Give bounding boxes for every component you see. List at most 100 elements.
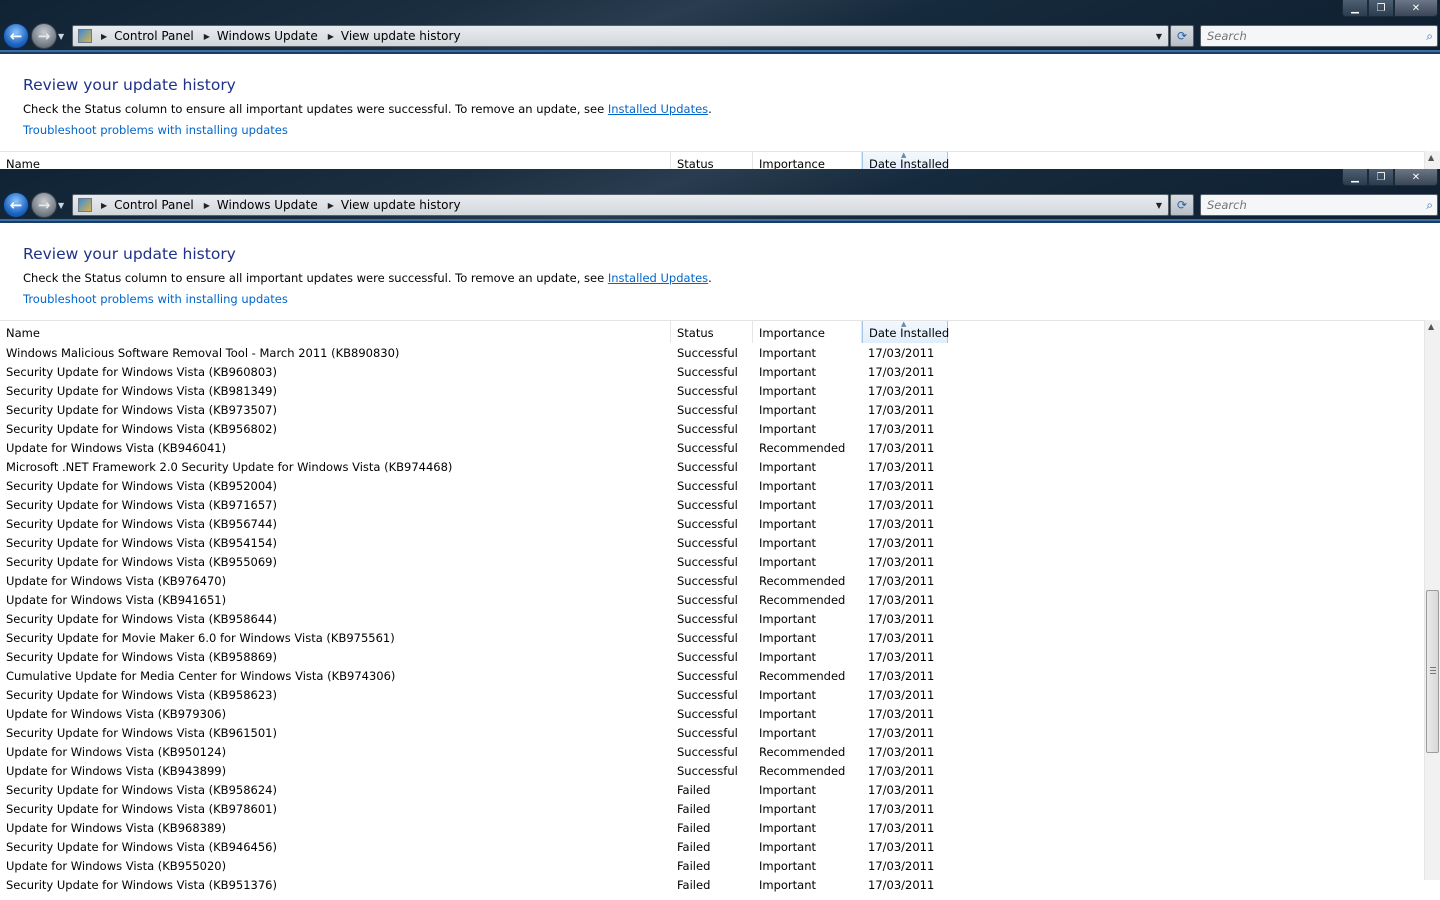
table-row[interactable]: Update for Windows Vista (KB968389) Faile…: [0, 819, 1424, 838]
cell-date: 17/03/2011: [868, 574, 935, 588]
sort-arrow-icon: ▲: [901, 151, 907, 159]
cell-name: Security Update for Windows Vista (KB981…: [6, 384, 277, 398]
table-row[interactable]: Security Update for Windows Vista (KB981…: [0, 382, 1424, 401]
table-row[interactable]: Update for Windows Vista (KB941651) Succe…: [0, 591, 1424, 610]
installed-updates-link[interactable]: Installed Updates: [608, 102, 708, 116]
table-row[interactable]: Security Update for Windows Vista (KB954…: [0, 534, 1424, 553]
scroll-up-icon[interactable]: ▲: [1428, 322, 1434, 331]
close-button[interactable]: ✕: [1394, 0, 1438, 17]
search-box[interactable]: ⌕: [1200, 194, 1438, 216]
column-header-name[interactable]: Name: [0, 321, 671, 343]
table-row[interactable]: Cumulative Update for Media Center for W…: [0, 667, 1424, 686]
breadcrumb-windows-update[interactable]: Windows Update: [217, 198, 318, 212]
cell-status: Successful: [677, 669, 738, 683]
column-header-importance[interactable]: Importance: [753, 321, 862, 343]
table-row[interactable]: Security Update for Windows Vista (KB958…: [0, 610, 1424, 629]
table-row[interactable]: Update for Windows Vista (KB950124) Succe…: [0, 743, 1424, 762]
recent-pages-dropdown[interactable]: ▼: [58, 32, 64, 41]
search-input[interactable]: [1207, 29, 1407, 43]
table-row[interactable]: Security Update for Windows Vista (KB956…: [0, 515, 1424, 534]
breadcrumb-separator-icon[interactable]: ▶: [204, 201, 210, 210]
search-input[interactable]: [1207, 198, 1407, 212]
table-row[interactable]: Windows Malicious Software Removal Tool …: [0, 344, 1424, 363]
table-row[interactable]: Update for Windows Vista (KB979306) Succe…: [0, 705, 1424, 724]
breadcrumb-windows-update[interactable]: Windows Update: [217, 29, 318, 43]
table-row[interactable]: Security Update for Windows Vista (KB956…: [0, 420, 1424, 439]
breadcrumb-separator-icon[interactable]: ▶: [328, 32, 334, 41]
table-row[interactable]: Security Update for Windows Vista (KB971…: [0, 496, 1424, 515]
scroll-thumb[interactable]: [1426, 590, 1439, 753]
column-header-importance[interactable]: Importance: [753, 152, 862, 169]
breadcrumb-control-panel[interactable]: Control Panel: [114, 29, 194, 43]
cell-importance: Important: [759, 536, 817, 550]
cell-date: 17/03/2011: [868, 783, 935, 797]
address-dropdown-icon[interactable]: ▼: [1156, 201, 1162, 210]
back-button[interactable]: ←: [3, 192, 29, 218]
search-icon[interactable]: ⌕: [1426, 198, 1433, 213]
table-row[interactable]: Security Update for Windows Vista (KB955…: [0, 553, 1424, 572]
forward-button[interactable]: →: [31, 23, 57, 49]
table-row[interactable]: Security Update for Windows Vista (KB951…: [0, 876, 1424, 895]
recent-pages-dropdown[interactable]: ▼: [58, 201, 64, 210]
breadcrumb-view-update-history[interactable]: View update history: [341, 29, 461, 43]
address-dropdown-icon[interactable]: ▼: [1156, 32, 1162, 41]
cell-date: 17/03/2011: [868, 555, 935, 569]
column-header-status[interactable]: Status: [671, 152, 753, 169]
cell-importance: Important: [759, 365, 817, 379]
table-row[interactable]: Security Update for Windows Vista (KB946…: [0, 838, 1424, 857]
table-row[interactable]: Update for Windows Vista (KB955020) Faile…: [0, 857, 1424, 876]
table-row[interactable]: Security Update for Windows Vista (KB960…: [0, 363, 1424, 382]
table-row[interactable]: Security Update for Windows Vista (KB958…: [0, 781, 1424, 800]
search-icon[interactable]: ⌕: [1426, 29, 1433, 44]
minimize-button[interactable]: ▁: [1342, 169, 1368, 186]
table-row[interactable]: Security Update for Windows Vista (KB952…: [0, 477, 1424, 496]
maximize-button[interactable]: ❐: [1368, 169, 1394, 186]
breadcrumb-separator-icon[interactable]: ▶: [328, 201, 334, 210]
table-row[interactable]: Update for Windows Vista (KB946041) Succe…: [0, 439, 1424, 458]
table-row[interactable]: Security Update for Windows Vista (KB958…: [0, 648, 1424, 667]
minimize-button[interactable]: ▁: [1342, 0, 1368, 17]
forward-button[interactable]: →: [31, 192, 57, 218]
table-row[interactable]: Security Update for Movie Maker 6.0 for …: [0, 629, 1424, 648]
search-box[interactable]: ⌕: [1200, 25, 1438, 47]
table-row[interactable]: Security Update for Windows Vista (KB961…: [0, 724, 1424, 743]
troubleshoot-link[interactable]: Troubleshoot problems with installing up…: [23, 292, 288, 306]
cell-name: Security Update for Windows Vista (KB958…: [6, 612, 277, 626]
breadcrumb-separator-icon[interactable]: ▶: [101, 32, 107, 41]
breadcrumb-separator-icon[interactable]: ▶: [101, 201, 107, 210]
page-description: Check the Status column to ensure all im…: [23, 102, 712, 116]
cell-name: Update for Windows Vista (KB946041): [6, 441, 227, 455]
list-header: Name Status Importance ▲ Date Installed: [0, 151, 1424, 169]
address-bar[interactable]: ▶ Control Panel ▶ Windows Update ▶ View …: [72, 25, 1169, 47]
table-row[interactable]: Security Update for Windows Vista (KB978…: [0, 800, 1424, 819]
cell-date: 17/03/2011: [868, 859, 935, 873]
cell-date: 17/03/2011: [868, 593, 935, 607]
breadcrumb-separator-icon[interactable]: ▶: [204, 32, 210, 41]
back-button[interactable]: ←: [3, 23, 29, 49]
column-header-status[interactable]: Status: [671, 321, 753, 343]
table-row[interactable]: Security Update for Windows Vista (KB958…: [0, 686, 1424, 705]
refresh-button[interactable]: ⟳: [1170, 25, 1194, 47]
table-row[interactable]: Security Update for Windows Vista (KB973…: [0, 401, 1424, 420]
column-header-date-installed[interactable]: ▲ Date Installed: [862, 320, 949, 343]
breadcrumb-view-update-history[interactable]: View update history: [341, 198, 461, 212]
vertical-scrollbar[interactable]: ▲: [1424, 151, 1440, 169]
table-row[interactable]: Update for Windows Vista (KB976470) Succe…: [0, 572, 1424, 591]
refresh-button[interactable]: ⟳: [1170, 194, 1194, 216]
scroll-up-icon[interactable]: ▲: [1428, 153, 1434, 162]
cell-status: Successful: [677, 536, 738, 550]
installed-updates-link[interactable]: Installed Updates: [608, 271, 708, 285]
column-header-date-installed[interactable]: ▲ Date Installed: [862, 151, 949, 169]
table-row[interactable]: Update for Windows Vista (KB943899) Succe…: [0, 762, 1424, 781]
column-header-name[interactable]: Name: [0, 152, 671, 169]
back-arrow-icon: ←: [9, 27, 23, 45]
breadcrumb-control-panel[interactable]: Control Panel: [114, 198, 194, 212]
table-row[interactable]: Microsoft .NET Framework 2.0 Security Up…: [0, 458, 1424, 477]
cell-date: 17/03/2011: [868, 726, 935, 740]
troubleshoot-link[interactable]: Troubleshoot problems with installing up…: [23, 123, 288, 137]
address-bar[interactable]: ▶ Control Panel ▶ Windows Update ▶ View …: [72, 194, 1169, 216]
vertical-scrollbar[interactable]: ▲: [1424, 320, 1440, 880]
maximize-button[interactable]: ❐: [1368, 0, 1394, 17]
close-button[interactable]: ✕: [1394, 169, 1438, 186]
cell-status: Successful: [677, 498, 738, 512]
